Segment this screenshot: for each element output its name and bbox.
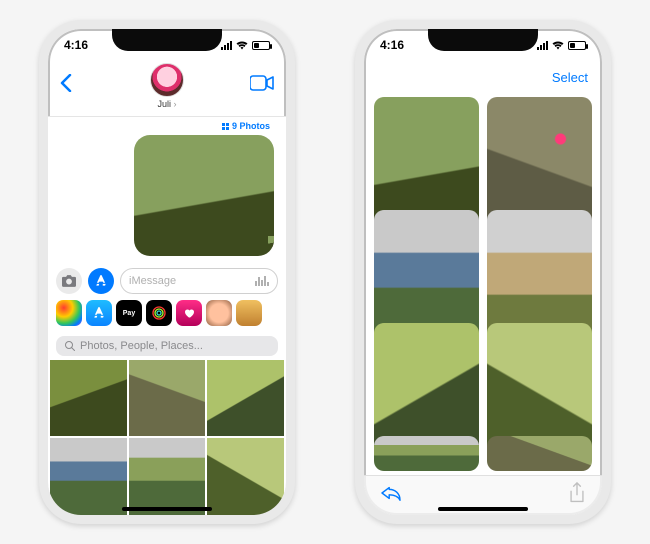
status-time: 4:16 xyxy=(380,38,404,52)
shared-photo[interactable] xyxy=(487,436,592,471)
memoji-sticker-icon[interactable] xyxy=(236,300,262,326)
share-button[interactable] xyxy=(568,482,586,509)
fitness-app-icon[interactable] xyxy=(146,300,172,326)
photo-count-link[interactable]: 9 Photos xyxy=(48,117,286,135)
photo-grid-screen: 4:16 Select xyxy=(355,20,611,524)
camera-button[interactable] xyxy=(56,268,82,294)
home-indicator[interactable] xyxy=(122,507,212,511)
message-input[interactable]: iMessage xyxy=(120,268,278,294)
conversation-header: Juli xyxy=(48,61,286,117)
photo-picker-grid xyxy=(48,360,286,515)
message-body: 9 Photos iMessage Pay xyxy=(48,117,286,515)
wifi-icon xyxy=(236,40,248,50)
wifi-icon xyxy=(552,40,564,50)
message-input-row: iMessage xyxy=(48,264,286,298)
app-drawer: Pay xyxy=(48,298,286,332)
music-app-icon[interactable] xyxy=(176,300,202,326)
photo-thumb[interactable] xyxy=(129,438,206,515)
photo-search-placeholder: Photos, People, Places... xyxy=(80,340,203,352)
contact-name: Juli xyxy=(157,99,176,109)
photo-thumb[interactable] xyxy=(50,360,127,437)
facetime-button[interactable] xyxy=(250,75,274,96)
reply-button[interactable] xyxy=(380,484,402,507)
shared-photos-grid[interactable] xyxy=(364,93,602,475)
notch xyxy=(112,29,222,51)
cellular-icon xyxy=(537,41,548,50)
app-store-button[interactable] xyxy=(88,268,114,294)
battery-icon xyxy=(568,41,586,50)
grid-header: Select xyxy=(364,61,602,93)
search-icon xyxy=(64,340,76,352)
cellular-icon xyxy=(221,41,232,50)
photo-thumb[interactable] xyxy=(207,360,284,437)
photo-search[interactable]: Photos, People, Places... xyxy=(56,336,278,356)
select-button[interactable]: Select xyxy=(552,70,588,85)
home-indicator[interactable] xyxy=(438,507,528,511)
contact-avatar xyxy=(150,63,184,97)
shared-photo[interactable] xyxy=(374,436,479,471)
photo-thumb[interactable] xyxy=(129,360,206,437)
message-placeholder: iMessage xyxy=(129,275,176,287)
contact-header[interactable]: Juli xyxy=(150,63,184,109)
notch xyxy=(428,29,538,51)
battery-icon xyxy=(252,41,270,50)
sent-photo[interactable] xyxy=(134,135,274,256)
back-button[interactable] xyxy=(60,74,72,98)
photo-count-label: 9 Photos xyxy=(232,121,270,131)
photo-thumb[interactable] xyxy=(50,438,127,515)
apple-pay-app-icon[interactable]: Pay xyxy=(116,300,142,326)
status-time: 4:16 xyxy=(64,38,88,52)
appstore-app-icon[interactable] xyxy=(86,300,112,326)
audio-message-icon[interactable] xyxy=(255,276,269,286)
messages-screen: 4:16 Juli 9 Photos xyxy=(39,20,295,524)
grid-icon xyxy=(222,123,229,130)
photos-app-icon[interactable] xyxy=(56,300,82,326)
memoji-app-icon[interactable] xyxy=(206,300,232,326)
photo-thumb[interactable] xyxy=(207,438,284,515)
